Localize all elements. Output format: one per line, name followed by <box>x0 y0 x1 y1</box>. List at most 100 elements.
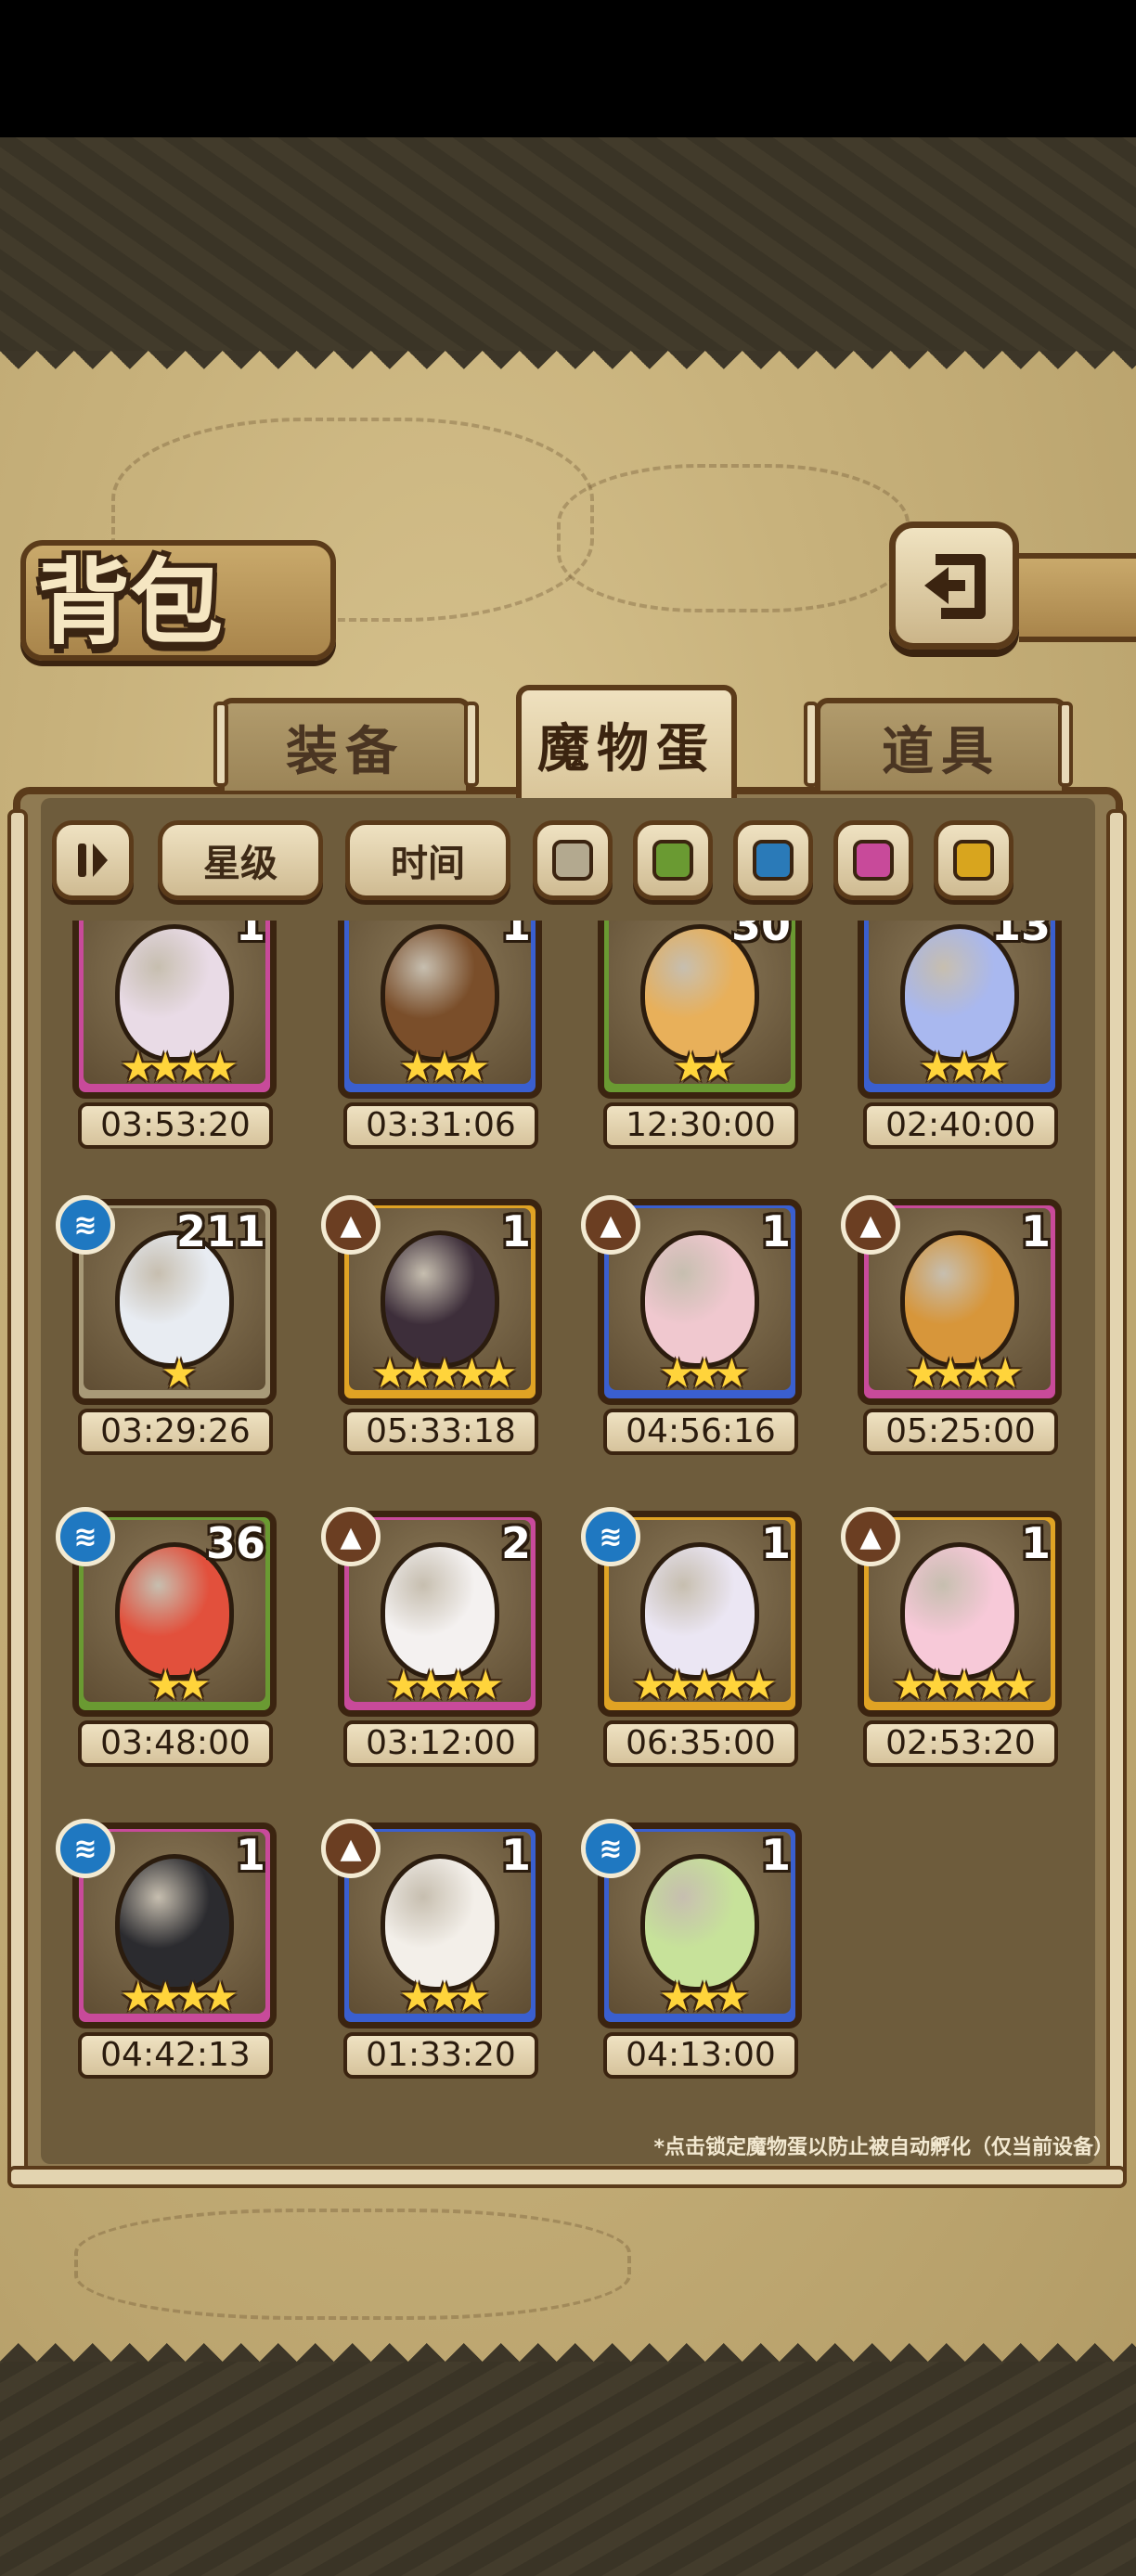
hatch-timer: 01:33:20 <box>343 2032 538 2079</box>
monster-egg-icon <box>640 1854 759 1991</box>
water-element-icon: ≋ <box>56 1819 115 1878</box>
egg-card[interactable]: 36 ★★ ≋ 03:48:00 <box>56 1507 277 1767</box>
color-swatch <box>552 840 593 881</box>
tab-divider <box>804 702 819 787</box>
sort-toggle-icon <box>78 844 108 877</box>
hatch-timer: 02:53:20 <box>863 1720 1058 1767</box>
back-button[interactable] <box>889 522 1019 650</box>
egg-card[interactable]: 1 ★★★★ ▲ 05:25:00 <box>841 1195 1062 1455</box>
sort-by-time-button[interactable]: 时间 <box>345 820 510 900</box>
tab-monster-eggs[interactable]: 魔物蛋 <box>516 685 737 798</box>
page-title: 背包 <box>37 548 223 657</box>
hatch-timer: 05:25:00 <box>863 1409 1058 1455</box>
star-rating: ★★★★★ <box>631 1662 777 1709</box>
star-rating: ★★★ <box>918 1044 1010 1091</box>
egg-count: 1 <box>1020 1206 1051 1256</box>
star-rating: ★★★ <box>398 1044 490 1091</box>
egg-count: 211 <box>175 1206 265 1256</box>
egg-count: 1 <box>235 921 265 950</box>
torn-edge-top <box>0 351 1136 388</box>
star-rating: ★ <box>161 1350 197 1397</box>
star-rating: ★★★★ <box>120 1974 239 2021</box>
egg-grid[interactable]: 1 ★★★★ 03:53:20 1 ★★★ 03:31:06 30 ★★ 12:30:00 13 ★… <box>56 921 1080 2092</box>
tab-divider <box>213 702 228 787</box>
filter-gold-button[interactable] <box>934 820 1013 900</box>
monster-egg-icon <box>381 1542 499 1680</box>
hatch-timer: 03:48:00 <box>78 1720 273 1767</box>
hatch-timer: 05:33:18 <box>343 1409 538 1455</box>
hatch-timer: 04:13:00 <box>603 2032 798 2079</box>
star-rating: ★★ <box>147 1662 212 1709</box>
star-rating: ★★★★ <box>905 1350 1024 1397</box>
egg-card[interactable]: 1 ★★★★★ ▲ 02:53:20 <box>841 1507 1062 1767</box>
egg-count: 1 <box>500 1206 531 1256</box>
egg-card[interactable]: 1 ★★★★★ ≋ 06:35:00 <box>581 1507 802 1767</box>
filter-green-button[interactable] <box>633 820 713 900</box>
egg-count: 1 <box>760 1206 791 1256</box>
egg-count: 1 <box>760 1830 791 1880</box>
tab-label: 道具 <box>882 721 1000 782</box>
egg-card[interactable]: 2 ★★★★ ▲ 03:12:00 <box>321 1507 542 1767</box>
map-background-bottom <box>0 2362 1136 2576</box>
back-button-plate <box>1019 553 1136 642</box>
color-swatch <box>652 840 693 881</box>
egg-card[interactable]: 1 ★★★ 03:31:06 <box>321 921 542 1149</box>
star-rating: ★★★ <box>398 1974 490 2021</box>
egg-count: 1 <box>500 1830 531 1880</box>
egg-card[interactable]: 1 ★★★ ▲ 01:33:20 <box>321 1819 542 2079</box>
earth-element-icon: ▲ <box>321 1819 381 1878</box>
tab-divider <box>464 702 479 787</box>
monster-egg-icon <box>900 1542 1019 1680</box>
egg-card[interactable]: 1 ★★★★★ ▲ 05:33:18 <box>321 1195 542 1455</box>
hatch-timer: 06:35:00 <box>603 1720 798 1767</box>
torn-edge-bottom <box>0 2325 1136 2362</box>
map-decoration <box>74 2209 631 2320</box>
color-swatch <box>853 840 894 881</box>
monster-egg-icon <box>115 1854 234 1991</box>
egg-card[interactable]: 13 ★★★ 02:40:00 <box>841 921 1062 1149</box>
monster-egg-icon <box>381 1230 499 1368</box>
earth-element-icon: ▲ <box>321 1507 381 1566</box>
filter-purple-button[interactable] <box>833 820 913 900</box>
monster-egg-icon <box>640 1230 759 1368</box>
egg-card[interactable]: 1 ★★★★ ≋ 04:42:13 <box>56 1819 277 2079</box>
egg-card[interactable]: 1 ★★★★ 03:53:20 <box>56 921 277 1149</box>
color-swatch <box>953 840 994 881</box>
egg-count: 2 <box>500 1518 531 1568</box>
star-rating: ★★★★★ <box>891 1662 1037 1709</box>
hatch-timer: 03:29:26 <box>78 1409 273 1455</box>
status-bar <box>0 0 1136 137</box>
hatch-timer: 12:30:00 <box>603 1102 798 1149</box>
filter-gray-button[interactable] <box>533 820 613 900</box>
egg-card[interactable]: 1 ★★★ ≋ 04:13:00 <box>581 1819 802 2079</box>
earth-element-icon: ▲ <box>321 1195 381 1255</box>
water-element-icon: ≋ <box>581 1507 640 1566</box>
egg-count: 1 <box>760 1518 791 1568</box>
star-rating: ★★★ <box>658 1974 750 2021</box>
return-arrow-icon <box>924 554 986 619</box>
tab-label: 装备 <box>286 721 405 782</box>
hatch-timer: 04:42:13 <box>78 2032 273 2079</box>
hatch-timer: 03:53:20 <box>78 1102 273 1149</box>
egg-card[interactable]: 30 ★★ 12:30:00 <box>581 921 802 1149</box>
filter-blue-button[interactable] <box>733 820 813 900</box>
egg-count: 1 <box>500 921 531 950</box>
tab-items[interactable]: 道具 <box>815 698 1067 791</box>
map-decoration <box>557 464 910 612</box>
tab-label: 魔物蛋 <box>537 718 716 779</box>
sort-order-button[interactable] <box>52 820 134 900</box>
sort-by-stars-button[interactable]: 星级 <box>158 820 323 900</box>
egg-card[interactable]: 211 ★ ≋ 03:29:26 <box>56 1195 277 1455</box>
earth-element-icon: ▲ <box>581 1195 640 1255</box>
monster-egg-icon <box>381 924 499 1062</box>
egg-card[interactable]: 1 ★★★ ▲ 04:56:16 <box>581 1195 802 1455</box>
monster-egg-icon <box>640 1542 759 1680</box>
star-rating: ★★ <box>672 1044 737 1091</box>
egg-count: 30 <box>730 921 791 950</box>
map-background-top <box>0 137 1136 351</box>
monster-egg-icon <box>381 1854 499 1991</box>
color-swatch <box>753 840 794 881</box>
lock-hint-footnote: *点击锁定魔物蛋以防止被自动孵化（仅当前设备） <box>653 2136 1114 2159</box>
tab-equipment[interactable]: 装备 <box>219 698 471 791</box>
earth-element-icon: ▲ <box>841 1507 900 1566</box>
